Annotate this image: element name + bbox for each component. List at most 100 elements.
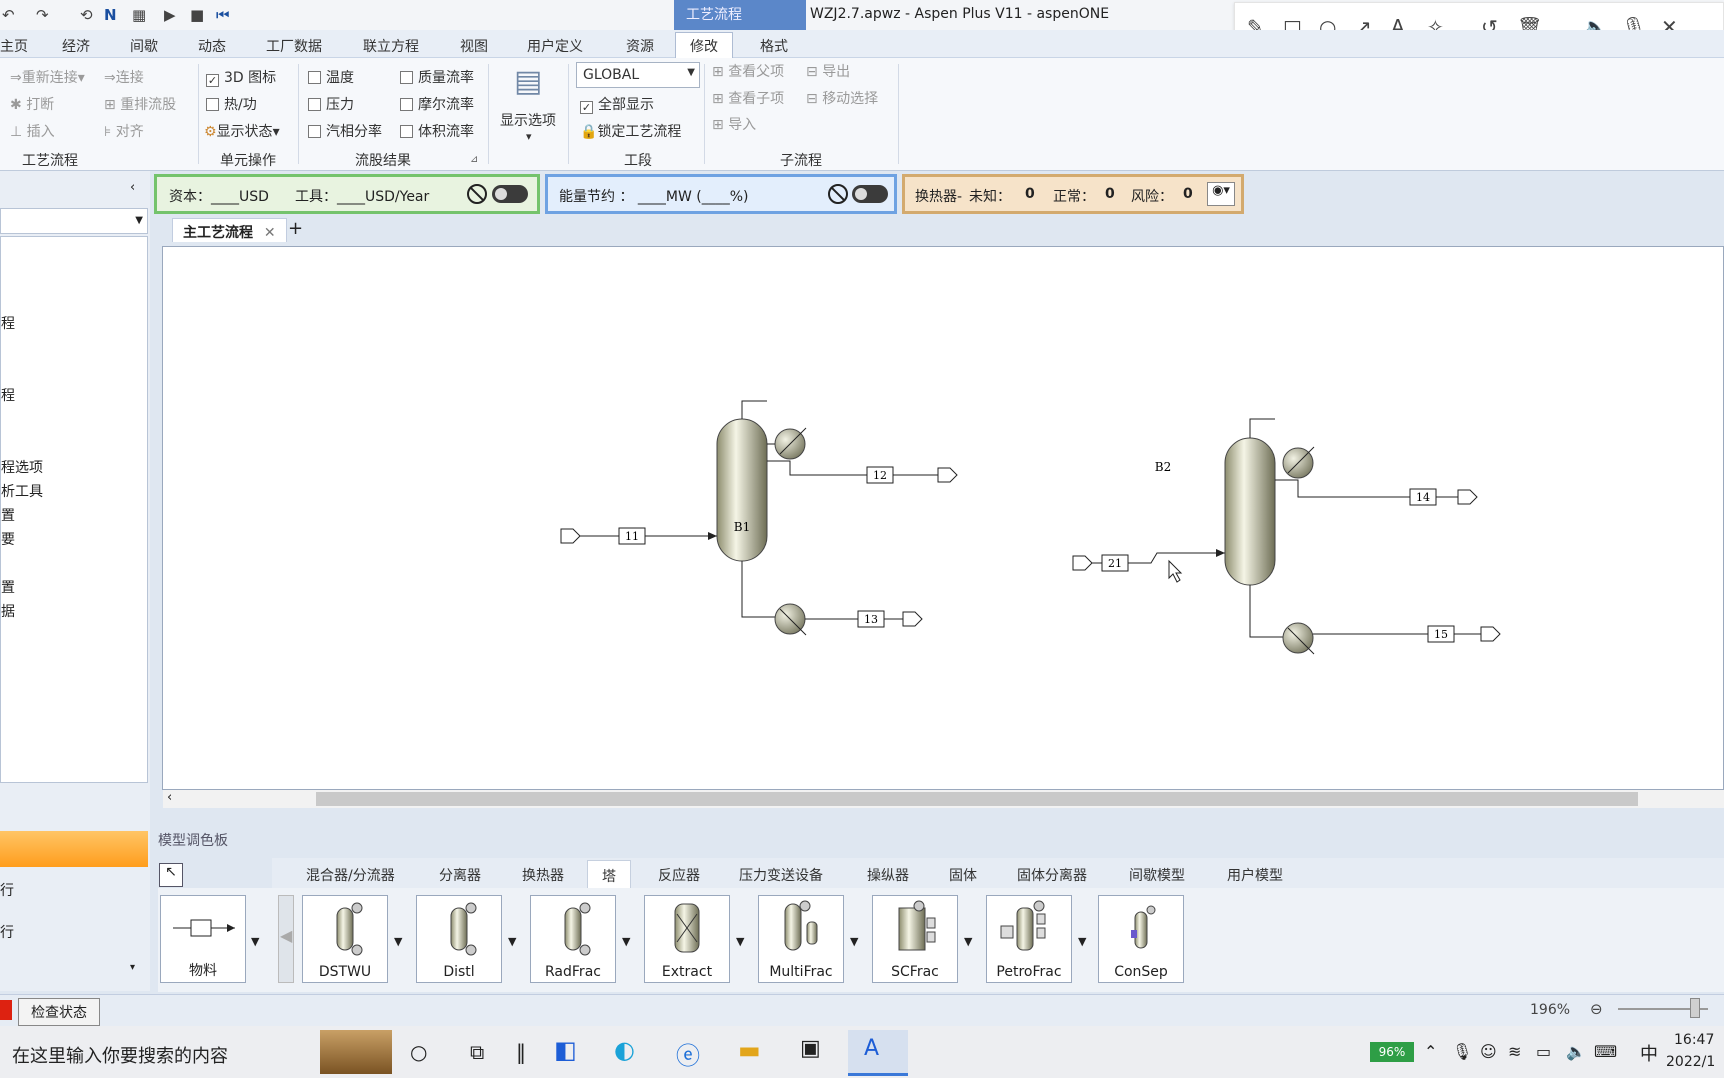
control-panel-icon[interactable]: ▦ [132, 6, 146, 24]
chevron-down-icon[interactable]: ▼ [508, 935, 516, 948]
reroute-button[interactable]: ⊞ 重排流股 [104, 94, 176, 114]
model-petrofrac[interactable]: PetroFrac [986, 895, 1072, 983]
model-material-stream[interactable]: 物料 [160, 895, 246, 983]
scrollbar-thumb[interactable] [316, 792, 1638, 806]
aspen-taskbar-button[interactable]: A [848, 1030, 908, 1076]
model-dstwu[interactable]: DSTWU [302, 895, 388, 983]
app-icon[interactable]: ▣ [800, 1036, 821, 1061]
palette-scroll-left[interactable]: ◀ [278, 895, 294, 983]
nav-dropdown[interactable]: ▼ [0, 208, 148, 234]
economics-toggle[interactable] [492, 185, 528, 203]
taskbar-search[interactable]: 在这里输入你要搜索的内容 [12, 1042, 228, 1068]
clock-date[interactable]: 2022/1 [1666, 1054, 1715, 1070]
tab-modify[interactable]: 修改 [675, 32, 733, 60]
column-b2[interactable] [1224, 437, 1276, 586]
ime-indicator[interactable]: 中 [1640, 1040, 1658, 1066]
tab-batch[interactable]: 间歇 [130, 36, 158, 56]
break-button[interactable]: ✱ 打断 [10, 94, 54, 114]
clock-time[interactable]: 16:47 [1674, 1032, 1714, 1048]
lock-flowsheet-button[interactable]: 🔒锁定工艺流程 [580, 121, 681, 141]
volume-icon[interactable]: 🔈 [1566, 1042, 1586, 1061]
check-status-button[interactable]: 检查状态 [18, 998, 100, 1026]
move-selection-button[interactable]: ⊟ 移动选择 [806, 88, 878, 108]
cortana-icon[interactable]: ○ [410, 1040, 427, 1064]
nav-item[interactable]: 置 [1, 505, 15, 525]
pressure-checkbox[interactable]: 压力 [308, 94, 354, 114]
task-view-icon[interactable]: ⧉ [470, 1040, 484, 1064]
chevron-down-icon[interactable]: ▼ [964, 935, 972, 948]
nav-item[interactable]: 析工具 [1, 481, 43, 501]
show-status-button[interactable]: ⚙显示状态▾ [204, 121, 280, 141]
palette-tab-pressure[interactable]: 压力变送设备 [739, 865, 823, 885]
nav-item[interactable]: 程 [1, 385, 15, 405]
nav-item[interactable]: 据 [1, 601, 15, 621]
stop-icon[interactable]: ■ [190, 6, 204, 24]
nav-item[interactable]: 程 [1, 313, 15, 333]
reconnect-button[interactable]: ⇒重新连接▾ [10, 67, 85, 87]
chevron-down-icon[interactable]: ▾ [130, 962, 135, 973]
view-parent-button[interactable]: ⊞ 查看父项 [712, 61, 784, 81]
show-all-checkbox[interactable]: ✓ 全部显示 [580, 94, 654, 114]
dialog-launcher-icon[interactable]: ⊿ [470, 154, 478, 165]
palette-tab-separators[interactable]: 分离器 [439, 865, 481, 885]
tab-format[interactable]: 格式 [760, 36, 788, 56]
tab-main-flowsheet[interactable]: 主工艺流程 ✕ [172, 218, 287, 242]
palette-tab-exchangers[interactable]: 换热器 [522, 865, 564, 885]
palette-tab-manipulators[interactable]: 操纵器 [867, 865, 909, 885]
redo-icon[interactable]: ↷ [36, 6, 49, 24]
chevron-down-icon[interactable]: ▼ [622, 935, 630, 948]
next-icon[interactable]: N [104, 6, 117, 24]
palette-tab-user[interactable]: 用户模型 [1227, 865, 1283, 885]
column-b1[interactable] [716, 418, 768, 562]
model-consep[interactable]: ConSep [1098, 895, 1184, 983]
nav-pane-selected[interactable] [0, 831, 148, 867]
section-select[interactable]: GLOBAL ▼ [576, 62, 700, 88]
battery-icon[interactable]: ▭ [1536, 1042, 1551, 1061]
export-button[interactable]: ⊟ 导出 [806, 61, 850, 81]
tab-resources[interactable]: 资源 [626, 36, 654, 56]
molarflow-checkbox[interactable]: 摩尔流率 [400, 94, 474, 114]
tab-dynamics[interactable]: 动态 [198, 36, 226, 56]
select-pointer-icon[interactable]: ↖ [159, 863, 183, 887]
edge-icon[interactable]: ◐ [614, 1036, 635, 1064]
model-scfrac[interactable]: SCFrac [872, 895, 958, 983]
palette-tab-reactors[interactable]: 反应器 [658, 865, 700, 885]
tab-economics[interactable]: 经济 [62, 36, 90, 56]
keyboard-icon[interactable]: ⌨ [1594, 1042, 1617, 1061]
chevron-down-icon[interactable]: ▼ [1078, 935, 1086, 948]
model-radfrac[interactable]: RadFrac [530, 895, 616, 983]
chevron-up-icon[interactable]: ⌃ [1424, 1042, 1437, 1061]
chevron-down-icon[interactable]: ▼ [736, 935, 744, 948]
tab-equation-oriented[interactable]: 联立方程 [363, 36, 419, 56]
block-b1[interactable]: B1 [716, 400, 807, 636]
import-button[interactable]: ⊞ 导入 [712, 114, 756, 134]
temp-checkbox[interactable]: 温度 [308, 67, 354, 87]
chevron-down-icon[interactable]: ▼ [251, 935, 259, 948]
toolbar-icon[interactable]: ⟲ [80, 6, 93, 24]
close-tab-icon[interactable]: ✕ [264, 225, 276, 241]
model-distl[interactable]: Distl [416, 895, 502, 983]
nav-pane-item[interactable]: 行 [0, 922, 14, 942]
block-b2[interactable] [1224, 418, 1315, 655]
tab-plant-data[interactable]: 工厂数据 [266, 36, 322, 56]
lenovo-icon[interactable]: ◧ [554, 1036, 577, 1064]
nav-pane-item[interactable]: 行 [0, 880, 14, 900]
insert-button[interactable]: ⊥ 插入 [10, 121, 55, 141]
chevron-down-icon[interactable]: ▼ [394, 935, 402, 948]
palette-tab-mixers[interactable]: 混合器/分流器 [306, 865, 395, 885]
add-tab-icon[interactable]: + [288, 218, 303, 239]
folder-icon[interactable]: ▬ [738, 1036, 761, 1064]
nav-item[interactable]: 程选项 [1, 457, 43, 477]
scroll-left-icon[interactable]: ‹ [167, 790, 172, 805]
volflow-checkbox[interactable]: 体积流率 [400, 121, 474, 141]
display-options-button[interactable]: 显示选项 [500, 110, 556, 130]
tab-view[interactable]: 视图 [460, 36, 488, 56]
zoom-slider-thumb[interactable] [1690, 998, 1700, 1018]
chevron-down-icon[interactable]: ▼ [850, 935, 858, 948]
tab-customize[interactable]: 用户定义 [527, 36, 583, 56]
wifi-icon[interactable]: ≋ [1508, 1042, 1521, 1061]
run-icon[interactable]: ▶ [164, 6, 176, 24]
vapor-checkbox[interactable]: 汽相分率 [308, 121, 382, 141]
reset-icon[interactable]: ⏮ [216, 6, 230, 24]
icons3d-checkbox[interactable]: ✓ 3D 图标 [206, 67, 276, 87]
